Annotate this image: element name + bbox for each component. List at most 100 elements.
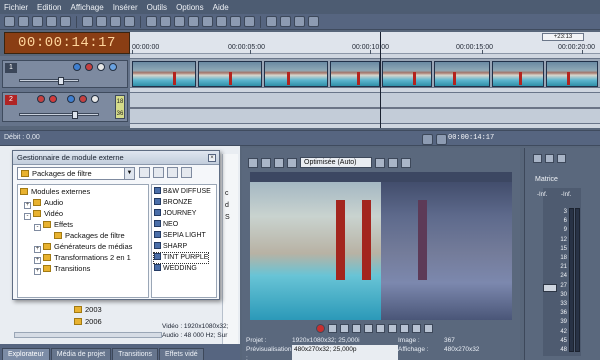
level-slider[interactable] bbox=[19, 77, 79, 85]
redo-icon[interactable] bbox=[160, 16, 171, 27]
ripple-icon[interactable] bbox=[188, 16, 199, 27]
filter-item[interactable]: BRONZE bbox=[154, 198, 192, 208]
menu-edition[interactable]: Edition bbox=[37, 3, 61, 12]
filter-item[interactable]: SHARP bbox=[154, 242, 187, 252]
open-folder-icon[interactable] bbox=[18, 16, 29, 27]
tab-explorateur[interactable]: Explorateur bbox=[2, 348, 50, 360]
split-screen-icon[interactable] bbox=[287, 157, 297, 168]
menu-affichage[interactable]: Affichage bbox=[70, 3, 103, 12]
time-ruler[interactable]: +23:13 00:00:00 00:00:05:00 00:00:10:00 … bbox=[130, 32, 600, 54]
menu-options[interactable]: Options bbox=[176, 3, 204, 12]
up-folder-icon[interactable] bbox=[139, 167, 150, 178]
track-motion-icon[interactable] bbox=[109, 63, 117, 71]
folder-item[interactable]: 2006 bbox=[74, 316, 102, 328]
close-icon[interactable]: × bbox=[208, 154, 216, 162]
plugin-tree[interactable]: Modules externes + Audio - Vidéo - Effets P… bbox=[17, 184, 149, 298]
audio-track-lane[interactable] bbox=[130, 92, 600, 124]
delete-icon[interactable] bbox=[124, 16, 135, 27]
solo-icon[interactable] bbox=[97, 63, 105, 71]
collapse-icon[interactable]: - bbox=[34, 224, 41, 231]
menu-outils[interactable]: Outils bbox=[147, 3, 167, 12]
record-icon[interactable] bbox=[316, 324, 325, 333]
snap-icon[interactable] bbox=[174, 16, 185, 27]
expand-icon[interactable]: + bbox=[34, 257, 41, 264]
chevron-down-icon[interactable]: ▼ bbox=[124, 168, 134, 179]
menu-aide[interactable]: Aide bbox=[213, 3, 229, 12]
filter-item[interactable]: B&W DIFFUSE bbox=[154, 187, 211, 197]
delete-icon[interactable] bbox=[167, 167, 178, 178]
play-from-start-icon[interactable] bbox=[352, 324, 361, 333]
insert-bus-icon[interactable] bbox=[545, 154, 554, 163]
category-dropdown[interactable]: Packages de filtre ▼ bbox=[17, 167, 135, 180]
paste-icon[interactable] bbox=[110, 16, 121, 27]
solo-icon[interactable] bbox=[91, 95, 99, 103]
render-icon[interactable] bbox=[46, 16, 57, 27]
ignore-grouping-icon[interactable] bbox=[294, 16, 305, 27]
zoom-tool-icon[interactable] bbox=[244, 16, 255, 27]
tab-effets-video[interactable]: Effets vidé bbox=[159, 348, 204, 360]
menu-inserer[interactable]: Insérer bbox=[113, 3, 138, 12]
tab-media-de-projet[interactable]: Média de projet bbox=[50, 348, 112, 360]
go-to-start-icon[interactable] bbox=[388, 324, 397, 333]
undo-icon[interactable] bbox=[146, 16, 157, 27]
tab-transitions[interactable]: Transitions bbox=[112, 348, 159, 360]
copy-icon[interactable] bbox=[96, 16, 107, 27]
new-file-icon[interactable] bbox=[4, 16, 15, 27]
volume-slider[interactable] bbox=[19, 111, 99, 119]
mixer-properties-icon[interactable] bbox=[533, 154, 542, 163]
properties-icon[interactable] bbox=[60, 16, 71, 27]
expand-icon[interactable]: + bbox=[34, 246, 41, 253]
expand-icon[interactable]: + bbox=[24, 202, 31, 209]
preview-quality-dropdown[interactable]: Optimisée (Auto) bbox=[300, 157, 372, 168]
filter-list[interactable]: B&W DIFFUSE BRONZE JOURNEY NEO SEPIA LIG… bbox=[151, 184, 217, 298]
downmix-icon[interactable] bbox=[557, 154, 566, 163]
filter-item[interactable]: SEPIA LIGHT bbox=[154, 231, 206, 241]
play-icon[interactable] bbox=[436, 134, 447, 145]
tree-item[interactable]: + Générateurs de médias bbox=[34, 242, 132, 253]
filter-item[interactable]: WEDDING bbox=[154, 264, 197, 274]
copy-snapshot-icon[interactable] bbox=[388, 157, 398, 168]
mute-icon[interactable] bbox=[79, 95, 87, 103]
external-monitor-icon[interactable] bbox=[261, 157, 271, 168]
collapse-icon[interactable]: - bbox=[24, 213, 31, 220]
tree-item[interactable]: + Transformations 2 en 1 bbox=[34, 253, 131, 264]
stop-icon[interactable] bbox=[376, 324, 385, 333]
menu-fichier[interactable]: Fichier bbox=[4, 3, 28, 12]
tree-item[interactable]: + Audio bbox=[24, 198, 63, 209]
normal-edit-tool-icon[interactable] bbox=[202, 16, 213, 27]
save-icon[interactable] bbox=[32, 16, 43, 27]
loop-icon[interactable] bbox=[328, 324, 337, 333]
selection-tool-icon[interactable] bbox=[230, 16, 241, 27]
loop-icon[interactable] bbox=[422, 134, 433, 145]
pause-icon[interactable] bbox=[364, 324, 373, 333]
track-fx-icon[interactable] bbox=[67, 95, 75, 103]
input-monitor-icon[interactable] bbox=[49, 95, 57, 103]
timeline[interactable]: +23:13 00:00:00 00:00:05:00 00:00:10:00 … bbox=[130, 32, 600, 128]
tree-item[interactable]: + Transitions bbox=[34, 264, 90, 275]
tree-item[interactable]: - Effets bbox=[34, 220, 73, 231]
next-frame-icon[interactable] bbox=[424, 324, 433, 333]
autocrossfade-icon[interactable] bbox=[266, 16, 277, 27]
playhead-cursor[interactable] bbox=[380, 32, 381, 128]
lock-envelopes-icon[interactable] bbox=[280, 16, 291, 27]
audio-track-header[interactable]: 2 18 36 bbox=[2, 92, 128, 122]
mute-icon[interactable] bbox=[85, 63, 93, 71]
track-fx-icon[interactable] bbox=[73, 63, 81, 71]
filter-item[interactable]: JOURNEY bbox=[154, 209, 196, 219]
envelope-tool-icon[interactable] bbox=[216, 16, 227, 27]
tree-item[interactable]: Modules externes bbox=[20, 187, 90, 197]
view-icon[interactable] bbox=[181, 167, 192, 178]
record-arm-icon[interactable] bbox=[37, 95, 45, 103]
folder-item[interactable]: 2003 bbox=[74, 304, 102, 316]
expand-icon[interactable]: + bbox=[34, 268, 41, 275]
go-to-end-icon[interactable] bbox=[400, 324, 409, 333]
preview-fx-icon[interactable] bbox=[274, 157, 284, 168]
video-track-header[interactable]: 1 bbox=[2, 60, 128, 88]
level-slider-knob[interactable] bbox=[58, 77, 64, 85]
play-icon[interactable] bbox=[340, 324, 349, 333]
explorer-file-list[interactable]: c d S bbox=[222, 154, 238, 344]
save-snapshot-icon[interactable] bbox=[401, 157, 411, 168]
previous-frame-icon[interactable] bbox=[412, 324, 421, 333]
filter-item[interactable]: NEO bbox=[154, 220, 178, 230]
cut-icon[interactable] bbox=[82, 16, 93, 27]
